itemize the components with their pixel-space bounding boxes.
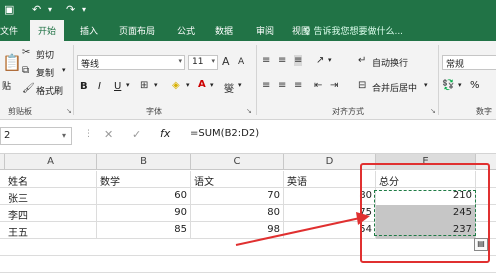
annotation-arrow [235,212,370,246]
arrow-line [235,217,361,246]
arrow-head [356,212,370,225]
